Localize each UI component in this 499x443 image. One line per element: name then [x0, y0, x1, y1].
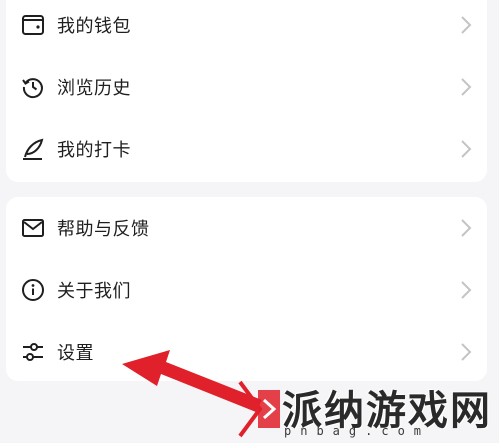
chevron-right-icon: [459, 77, 473, 97]
menu-item-checkin[interactable]: 我的打卡: [6, 118, 487, 180]
chevron-right-icon: [459, 218, 473, 238]
menu-card-top: 我的钱包 浏览历史 我的打卡: [6, 0, 487, 182]
menu-item-label: 关于我们: [57, 281, 131, 301]
menu-item-label: 帮助与反馈: [57, 219, 150, 239]
menu-item-label: 我的打卡: [57, 140, 131, 160]
menu-item-label: 我的钱包: [57, 16, 131, 36]
menu-item-about-us[interactable]: 关于我们: [6, 259, 487, 321]
watermark: 派纳游戏网 pnbag.com: [232, 374, 499, 443]
chevron-right-icon: [459, 342, 473, 362]
menu-item-help-feedback[interactable]: 帮助与反馈: [6, 197, 487, 259]
watermark-logo-icon: [238, 380, 280, 438]
settings-page: 我的钱包 浏览历史 我的打卡 帮助与反馈 关于我们 设置 派纳游戏网 pnbag…: [0, 0, 499, 443]
history-icon: [20, 74, 46, 100]
feather-icon: [20, 136, 46, 162]
menu-item-wallet[interactable]: 我的钱包: [6, 0, 487, 56]
menu-item-label: 浏览历史: [57, 78, 131, 98]
mail-icon: [20, 215, 46, 241]
watermark-domain: pnbag.com: [284, 424, 431, 438]
menu-item-history[interactable]: 浏览历史: [6, 56, 487, 118]
chevron-right-icon: [459, 139, 473, 159]
menu-card-bottom: 帮助与反馈 关于我们 设置: [6, 197, 487, 381]
info-icon: [20, 277, 46, 303]
chevron-right-icon: [459, 280, 473, 300]
menu-item-label: 设置: [57, 343, 94, 363]
wallet-icon: [20, 12, 46, 38]
sliders-icon: [20, 339, 46, 365]
chevron-right-icon: [459, 15, 473, 35]
